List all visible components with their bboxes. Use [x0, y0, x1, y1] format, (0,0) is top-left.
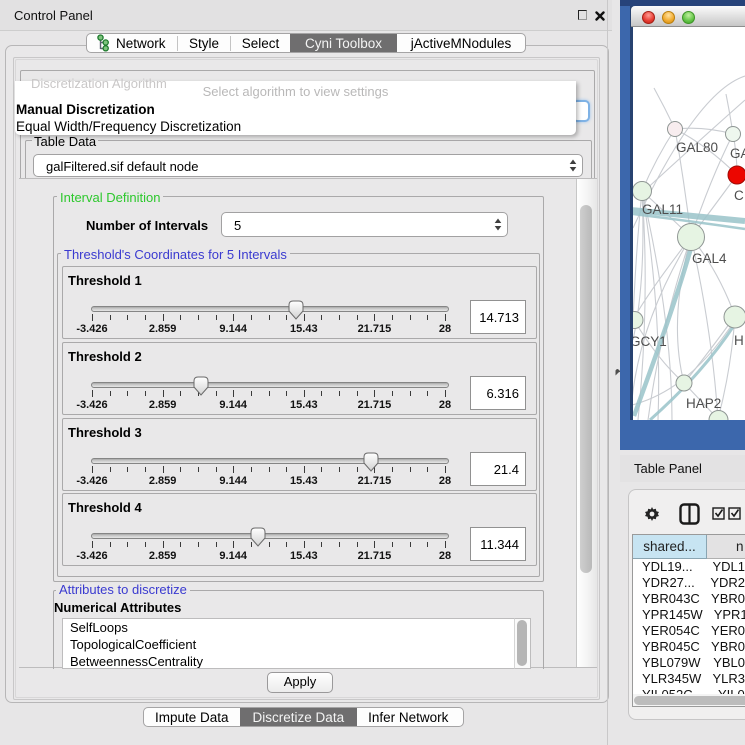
svg-text:GA: GA: [730, 146, 745, 161]
svg-text:C: C: [734, 188, 744, 203]
svg-text:GCY1: GCY1: [633, 334, 667, 349]
svg-text:GAL4: GAL4: [692, 251, 727, 266]
svg-text:H: H: [734, 333, 744, 348]
svg-text:GAL80: GAL80: [676, 140, 718, 155]
svg-text:HAP2: HAP2: [686, 396, 721, 411]
svg-text:GAL11: GAL11: [642, 202, 683, 217]
